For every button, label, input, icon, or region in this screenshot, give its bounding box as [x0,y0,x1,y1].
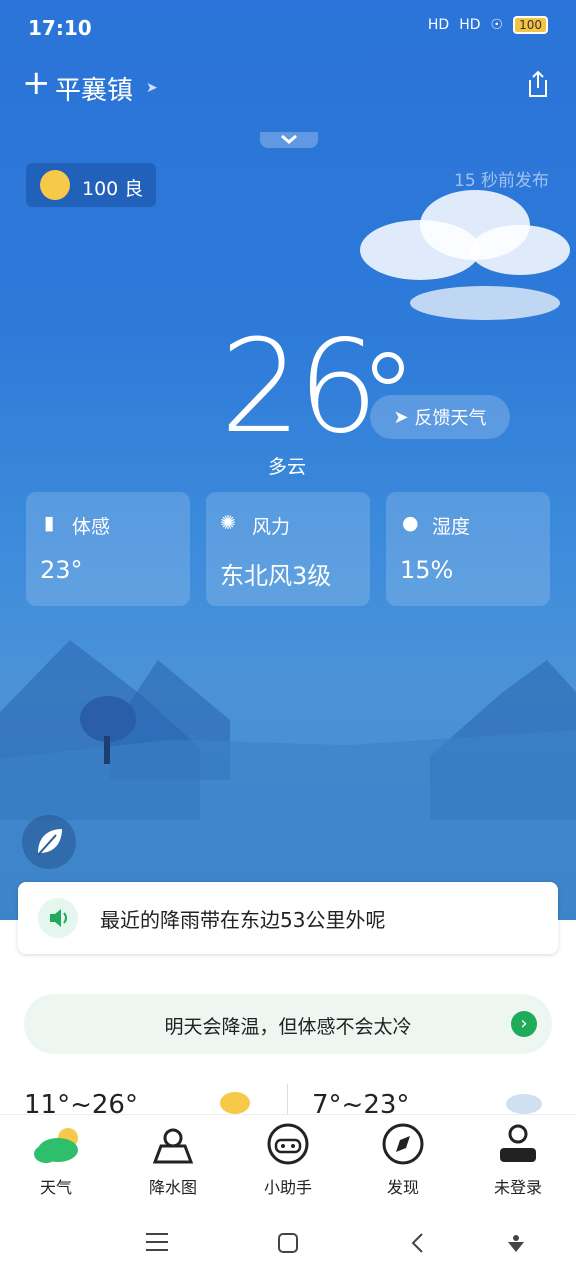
wind-card[interactable]: ✺ 风力 东北风3级 [206,492,370,606]
assistant-icon[interactable] [506,1232,526,1258]
status-icons: HD HD ☉ 100 [428,16,548,34]
nav-label: 降水图 [148,1178,197,1197]
location-title[interactable]: 平襄镇 [55,70,133,107]
speaker-icon [38,898,78,938]
feedback-weather-button[interactable]: ➤ 反馈天气 [370,395,510,439]
back-icon[interactable] [410,1232,426,1258]
feels-like-card[interactable]: ▮ 体感 23° [26,492,190,606]
nav-account[interactable]: 未登录 [468,1122,568,1197]
nav-assistant[interactable]: 小助手 [238,1122,338,1197]
nav-weather[interactable]: 天气 [6,1122,106,1197]
current-temperature: 26 [220,313,379,462]
thermometer-icon: ▮ [44,512,55,534]
humidity-card[interactable]: ● 湿度 15% [386,492,550,606]
droplet-icon: ● [402,512,419,534]
user-svip-icon [500,1124,536,1162]
nav-discover[interactable]: 发现 [353,1122,453,1197]
card-label: 体感 [72,516,111,538]
home-icon[interactable] [278,1233,298,1253]
card-value: 15% [400,556,454,584]
fan-icon: ✺ [220,512,236,534]
sunny-cloud-icon [220,1092,250,1114]
status-time: 17:10 [28,16,92,40]
add-city-button[interactable]: + [22,66,51,100]
map-pin-icon [152,1128,194,1164]
chevron-down-icon [281,134,297,144]
nav-label: 天气 [39,1178,72,1197]
expand-chevron-button[interactable] [260,132,318,148]
robot-icon [267,1123,309,1165]
card-value: 23° [40,556,83,584]
card-label: 风力 [252,516,291,538]
leaf-button[interactable] [22,815,76,869]
feedback-label: 反馈天气 [414,408,487,429]
leaf-icon [37,829,62,856]
menu-icon[interactable] [146,1232,168,1252]
battery-icon: 100 [513,16,548,34]
degree-symbol [372,352,404,384]
share-icon[interactable] [526,70,550,98]
wifi-icon: ☉ [490,17,504,33]
aqi-value: 100 良 [82,178,144,200]
cloud-decoration-4 [410,286,560,320]
nav-label: 小助手 [263,1178,312,1197]
chevron-right-icon[interactable]: › [511,1011,537,1037]
send-icon: ➤ [393,406,409,428]
location-arrow-icon: ➤ [146,80,158,96]
publish-time: 15 秒前发布 [454,171,550,191]
cloud-decoration-3 [470,225,570,275]
weather-icon [34,1128,78,1163]
tip-text: 明天会降温，但体感不会太冷 [164,1016,412,1038]
compass-icon [382,1123,424,1165]
notice-text: 最近的降雨带在东边53公里外呢 [100,908,386,932]
signal-icon: HD [427,17,450,33]
smiley-icon [40,170,70,200]
nav-label: 发现 [386,1178,419,1197]
signal-icon-2: HD [459,17,481,33]
tree-trunk [104,736,110,764]
weather-condition: 多云 [268,456,307,478]
nav-label: 未登录 [493,1178,542,1197]
nav-precip-map[interactable]: 降水图 [123,1122,223,1197]
card-value: 东北风3级 [220,562,332,590]
cloud-icon [506,1094,542,1114]
card-label: 湿度 [432,516,471,538]
